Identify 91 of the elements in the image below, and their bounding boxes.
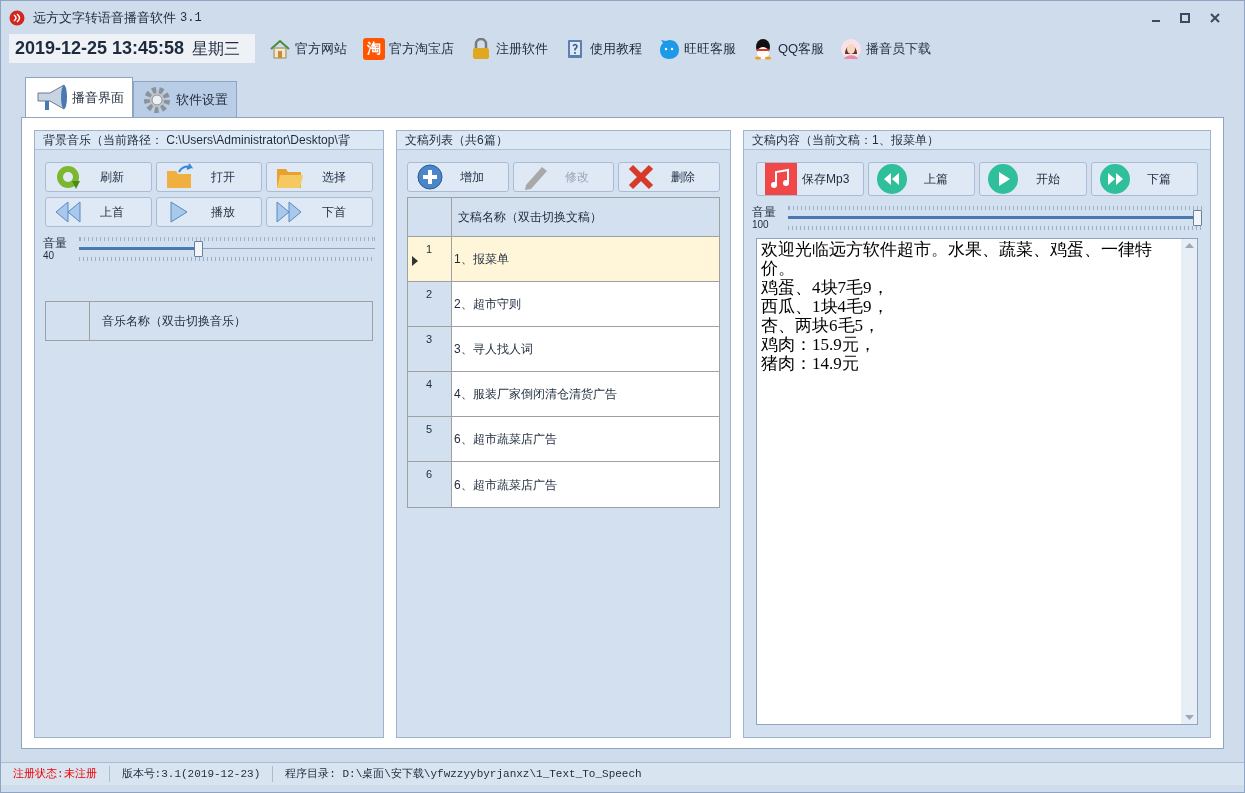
- table-cell-text: 1、报菜单: [453, 251, 510, 268]
- rewind-icon: [54, 198, 82, 226]
- table-cell-text: 6、超市蔬菜店广告: [453, 476, 558, 494]
- tab[interactable]: 播音界面: [25, 77, 133, 117]
- toolbar-link[interactable]: 播音员下载: [838, 34, 934, 63]
- rewind-icon: [876, 164, 907, 194]
- volume-slider[interactable]: [788, 204, 1202, 232]
- fast-forward-icon: [1099, 164, 1130, 194]
- text-line: 欢迎光临远方软件超市。水果、蔬菜、鸡蛋、一律特价。: [761, 240, 1153, 278]
- plus-icon: [416, 163, 444, 191]
- panel-title: 文稿内容（当前文稿：1、报菜单）: [752, 132, 939, 149]
- table-cell-text: 6、超市蔬菜店广告: [453, 431, 558, 448]
- table-row[interactable]: 4 4、服装厂家倒闭清仓清货广告: [408, 372, 719, 417]
- table-row[interactable]: 5 6、超市蔬菜店广告: [408, 417, 719, 462]
- row-number: 5: [426, 422, 433, 437]
- button[interactable]: 下首: [266, 197, 373, 227]
- button[interactable]: 增加: [407, 162, 509, 192]
- volume-slider[interactable]: [79, 235, 375, 263]
- megaphone-icon: [34, 82, 68, 113]
- button[interactable]: 保存Mp3: [756, 162, 864, 196]
- button[interactable]: 上首: [45, 197, 152, 227]
- row-number: 1: [426, 242, 433, 257]
- slider-thumb[interactable]: [1193, 210, 1202, 226]
- column-header: 文稿名称（双击切换文稿）: [457, 209, 603, 226]
- play-icon: [988, 164, 1018, 194]
- text-line: 杏、两块6毛5，: [761, 316, 881, 335]
- row-number: 4: [426, 377, 433, 392]
- weekday-label: 星期三: [192, 38, 241, 59]
- minimize-icon: [1152, 19, 1160, 22]
- registration-status: 注册状态:未注册: [13, 765, 110, 783]
- maximize-icon: [1180, 12, 1190, 23]
- button[interactable]: 开始: [979, 162, 1087, 196]
- button[interactable]: 打开: [155, 162, 263, 192]
- column-header: 音乐名称（双击切换音乐）: [101, 313, 247, 330]
- folder-arrow-icon: [164, 163, 193, 191]
- table-row[interactable]: 2 2、超市守则: [408, 282, 719, 327]
- music-note-icon: [765, 163, 797, 195]
- text-area[interactable]: 欢迎光临远方软件超市。水果、蔬菜、鸡蛋、一律特价。 鸡蛋、4块7毛9， 西瓜、1块4毛9， 杏、两块6毛5， 鸡肉：15.9元， 猪肉：14.9元: [756, 238, 1198, 725]
- tab[interactable]: 软件设置: [133, 81, 237, 117]
- toolbar-link[interactable]: QQ客服: [750, 34, 827, 63]
- gear-icon: [142, 84, 172, 115]
- scroll-down-icon: [1184, 715, 1194, 720]
- row-number: 3: [426, 332, 433, 347]
- toolbar-link[interactable]: 注册软件: [468, 34, 550, 63]
- toolbar-link[interactable]: 旺旺客服: [656, 34, 738, 63]
- table-row[interactable]: 3 3、寻人找人词: [408, 327, 719, 372]
- button[interactable]: 刷新: [45, 162, 152, 192]
- button[interactable]: 上篇: [867, 162, 975, 196]
- x-mark-icon: [627, 163, 656, 191]
- person-icon: [840, 37, 863, 60]
- text-line: 鸡蛋、4块7毛9，: [761, 278, 890, 297]
- row-number: 2: [426, 287, 433, 302]
- row-number: 6: [426, 467, 433, 482]
- table-row[interactable]: 1 1、报菜单: [408, 237, 719, 282]
- panel-title: 文稿列表（共6篇）: [405, 132, 508, 149]
- panel-title: 背景音乐（当前路径： C:\Users\Administrator\Desktop\背: [43, 132, 350, 149]
- version-text: 版本号:3.1(2019-12-23): [121, 765, 274, 783]
- app-logo-icon: [9, 9, 25, 26]
- refresh-icon: [54, 163, 82, 191]
- toolbar-link[interactable]: 淘 官方淘宝店: [361, 34, 456, 63]
- directory-text: 程序目录: D:\桌面\安下载\yfwzzyybyrjanxz\1_Text_To_Speech: [285, 766, 642, 782]
- date-time: 2019-12-25 13:45:58: [15, 37, 185, 60]
- slider-thumb[interactable]: [193, 241, 203, 257]
- volume-value: 100: [752, 219, 770, 230]
- button[interactable]: 下篇: [1090, 162, 1198, 196]
- window-title: 远方文字转语音播音软件: [33, 8, 176, 27]
- volume-label: 音量: [752, 206, 777, 219]
- padlock-icon: [470, 37, 492, 60]
- toolbar-link[interactable]: 使用教程: [562, 34, 644, 63]
- button[interactable]: 选择: [266, 162, 373, 192]
- table-cell-text: 4、服装厂家倒闭清仓清货广告: [453, 386, 618, 403]
- text-line: 西瓜、1块4毛9，: [761, 297, 890, 316]
- volume-label: 音量: [43, 237, 68, 250]
- table-cell-text: 3、寻人找人词: [453, 341, 534, 358]
- text-line: 猪肉：14.9元: [761, 354, 860, 373]
- button[interactable]: 播放: [155, 197, 263, 227]
- current-row-icon: [412, 256, 418, 266]
- penguin-icon: [752, 37, 774, 60]
- chat-bubble-icon: [658, 37, 680, 60]
- fast-forward-icon: [275, 198, 304, 226]
- toolbar-link[interactable]: 官方网站: [267, 34, 349, 63]
- volume-value: 40: [43, 250, 56, 261]
- button[interactable]: 删除: [618, 162, 720, 192]
- scrollbar[interactable]: [1181, 239, 1197, 724]
- scroll-up-icon: [1184, 243, 1194, 248]
- house-icon: [269, 37, 291, 60]
- table-cell-text: 2、超市守则: [453, 296, 522, 313]
- version-label: 3.1: [180, 9, 202, 27]
- taobao-badge: 淘: [363, 37, 385, 60]
- close-icon: [1210, 12, 1220, 23]
- text-line: 鸡肉：15.9元，: [761, 335, 877, 354]
